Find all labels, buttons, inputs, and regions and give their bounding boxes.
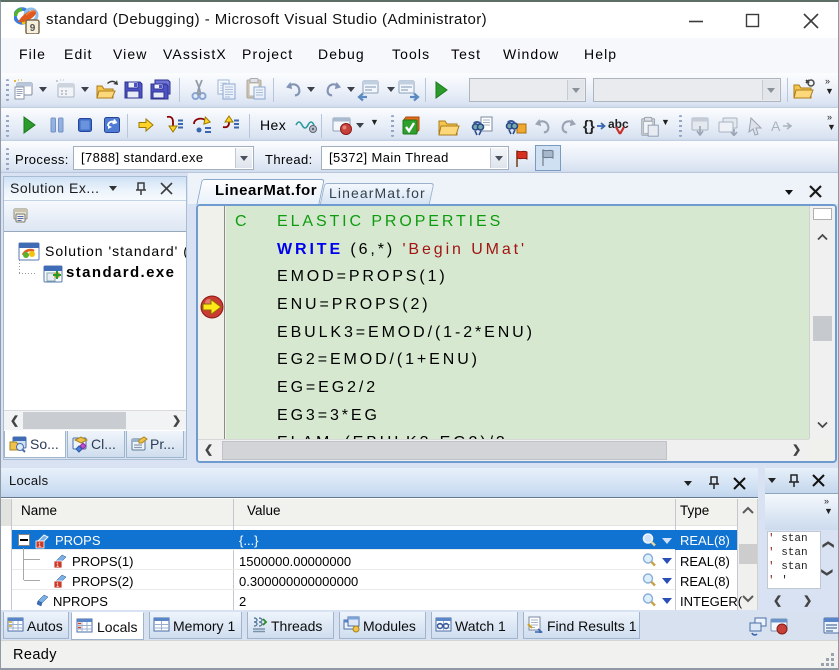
svg-text:9: 9	[30, 23, 36, 34]
svg-text:A: A	[771, 118, 781, 134]
svg-text:{}: {}	[583, 118, 595, 135]
svg-text:abc: abc	[608, 117, 629, 131]
